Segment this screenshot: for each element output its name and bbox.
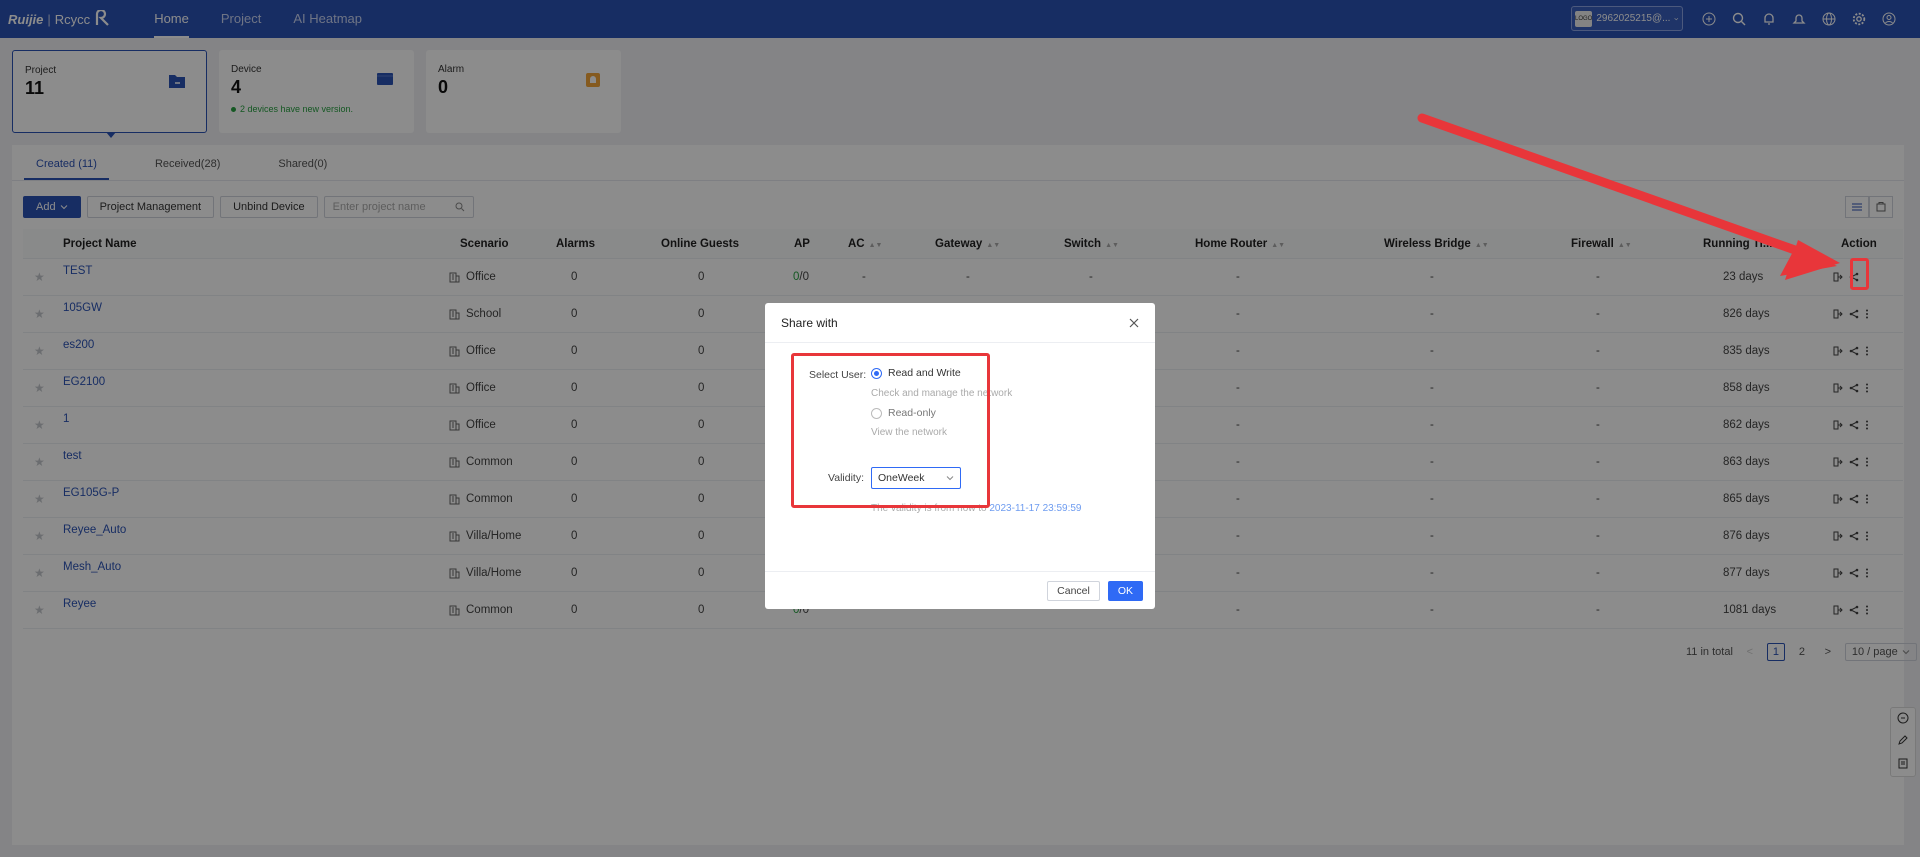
annotation-arrow-icon — [1417, 113, 1840, 280]
